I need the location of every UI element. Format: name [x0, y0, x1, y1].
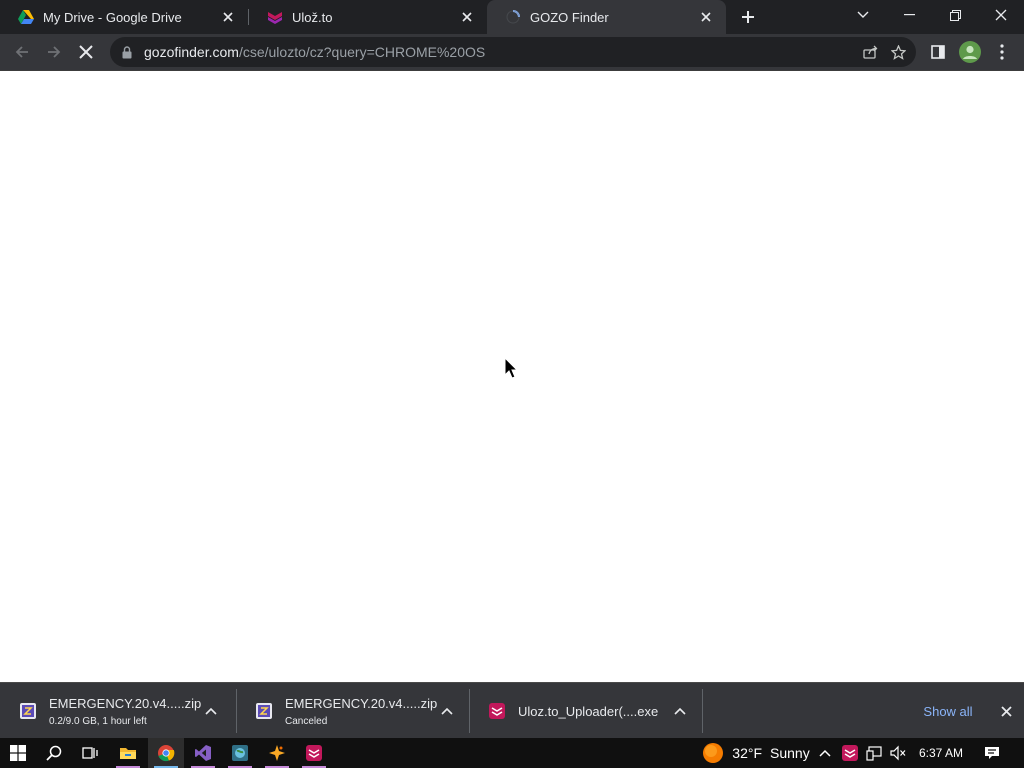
task-view-icon[interactable]	[72, 738, 108, 768]
clock[interactable]: 6:37 AM	[912, 738, 970, 768]
close-tab-icon[interactable]	[455, 5, 479, 29]
tab-strip: My Drive - Google Drive Ulož.to GOZO Fin…	[0, 0, 1024, 34]
download-status: Canceled	[285, 715, 328, 727]
weather-condition: Sunny	[770, 745, 810, 761]
profile-avatar[interactable]	[956, 38, 984, 66]
download-filename: EMERGENCY.20.v4.....zip	[285, 695, 438, 711]
globe-app-icon[interactable]	[222, 738, 258, 768]
sparkle-app-icon[interactable]	[259, 738, 295, 768]
visual-studio-icon[interactable]	[185, 738, 221, 768]
chevron-up-icon[interactable]	[814, 738, 836, 768]
weather-widget[interactable]: 32°F Sunny	[700, 738, 812, 768]
taskbar: 32°F Sunny 6:37 AM	[0, 738, 1024, 768]
bookmark-star-icon[interactable]	[884, 38, 912, 66]
address-bar[interactable]: gozofinder.com/cse/ulozto/cz?query=CHROM…	[110, 37, 916, 67]
chrome-icon[interactable]	[148, 738, 184, 768]
sun-icon	[702, 742, 724, 764]
download-item[interactable]: EMERGENCY.20.v4.....zip Canceled	[236, 683, 469, 739]
stop-loading-button[interactable]	[72, 38, 100, 66]
minimize-button[interactable]	[886, 0, 932, 30]
browser-toolbar: gozofinder.com/cse/ulozto/cz?query=CHROM…	[0, 34, 1024, 70]
volume-muted-icon[interactable]	[886, 738, 910, 768]
close-shelf-icon[interactable]	[994, 699, 1018, 723]
notifications-icon[interactable]	[980, 738, 1004, 768]
restore-button[interactable]	[932, 0, 978, 30]
network-icon[interactable]	[862, 738, 886, 768]
download-shelf: EMERGENCY.20.v4.....zip 0.2/9.0 GB, 1 ho…	[0, 682, 1024, 738]
tab-gozo-finder[interactable]: GOZO Finder	[487, 0, 726, 34]
new-tab-button[interactable]	[736, 5, 760, 29]
side-panel-icon[interactable]	[924, 38, 952, 66]
url-text[interactable]: gozofinder.com/cse/ulozto/cz?query=CHROM…	[144, 44, 856, 60]
search-icon[interactable]	[36, 738, 72, 768]
url-host: gozofinder.com	[144, 44, 239, 60]
forward-button[interactable]	[40, 38, 68, 66]
tab-ulozto[interactable]: Ulož.to	[249, 0, 487, 34]
url-path: /cse/ulozto/cz?query=CHROME%20OS	[238, 44, 486, 60]
mouse-cursor-icon	[504, 356, 519, 384]
download-filename: EMERGENCY.20.v4.....zip	[49, 695, 202, 711]
tab-title: GOZO Finder	[530, 9, 609, 25]
close-tab-icon[interactable]	[694, 5, 718, 29]
shelf-divider	[702, 689, 703, 733]
chevron-up-icon[interactable]	[668, 699, 692, 723]
weather-temperature: 32°F	[732, 745, 763, 761]
lock-icon[interactable]	[120, 45, 134, 59]
download-item[interactable]: EMERGENCY.20.v4.....zip 0.2/9.0 GB, 1 ho…	[0, 683, 236, 739]
tab-title: Ulož.to	[292, 9, 333, 25]
chevron-up-icon[interactable]	[199, 699, 223, 723]
close-window-button[interactable]	[978, 0, 1024, 30]
more-menu-icon[interactable]	[988, 38, 1016, 66]
ulozto-icon	[488, 702, 506, 720]
back-button[interactable]	[8, 38, 36, 66]
ulozto-tray-icon[interactable]	[838, 738, 862, 768]
download-item[interactable]: Uloz.to_Uploader(....exe	[469, 683, 702, 739]
loading-spinner-icon	[505, 9, 521, 25]
tab-search-button[interactable]	[840, 0, 886, 30]
show-all-downloads-button[interactable]: Show all	[914, 699, 982, 723]
start-icon[interactable]	[0, 738, 36, 768]
close-tab-icon[interactable]	[216, 5, 240, 29]
tab-title: My Drive - Google Drive	[43, 9, 182, 25]
zip-archive-icon	[19, 702, 37, 720]
file-explorer-icon[interactable]	[110, 738, 146, 768]
chevron-up-icon[interactable]	[435, 699, 459, 723]
tab-google-drive[interactable]: My Drive - Google Drive	[0, 0, 248, 34]
ulozto-icon[interactable]	[296, 738, 332, 768]
google-drive-icon	[18, 9, 34, 25]
download-status: 0.2/9.0 GB, 1 hour left	[49, 715, 147, 727]
download-filename: Uloz.to_Uploader(....exe	[518, 703, 659, 719]
zip-archive-icon	[255, 702, 273, 720]
share-icon[interactable]	[856, 38, 884, 66]
ulozto-icon	[267, 9, 283, 25]
